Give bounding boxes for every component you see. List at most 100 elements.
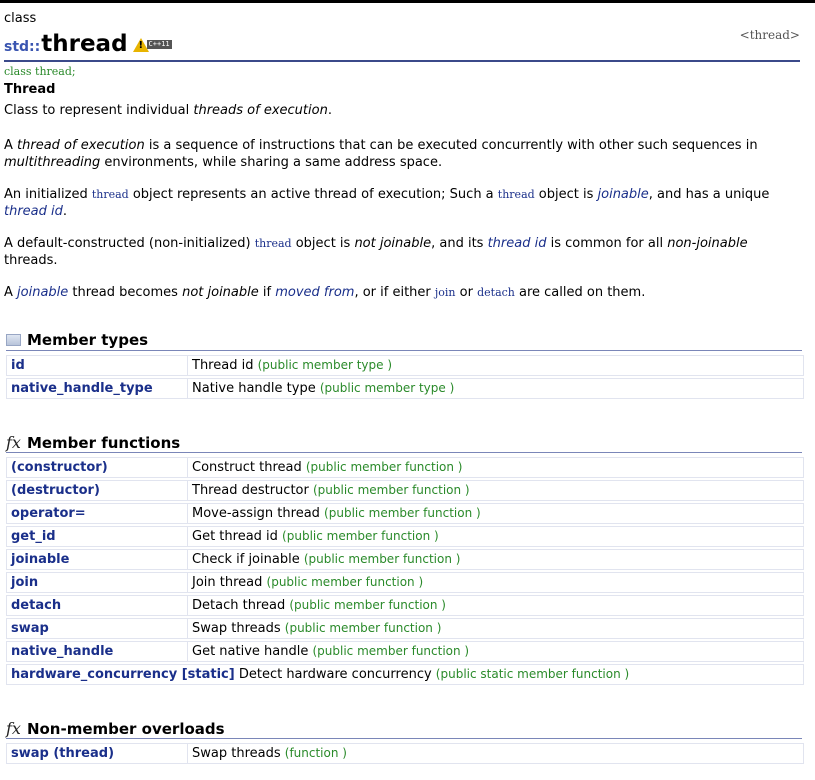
member-description: Thread id bbox=[192, 358, 258, 373]
member-description: Join thread bbox=[192, 575, 267, 590]
text-run: are called on them. bbox=[514, 285, 646, 300]
member-description: Detach thread bbox=[192, 598, 290, 613]
inline-code-link[interactable]: join bbox=[435, 286, 456, 299]
table-row: swap Swap threads (public member function… bbox=[6, 618, 804, 639]
member-description: Native handle type bbox=[192, 381, 320, 396]
table-row: hardware_concurrency [static] Detect har… bbox=[6, 664, 804, 685]
member-description-cell: Thread destructor (public member functio… bbox=[187, 480, 804, 501]
member-functions-rule bbox=[6, 452, 802, 453]
member-types-heading: Member types bbox=[6, 331, 148, 349]
member-description-cell: Detach thread (public member function ) bbox=[187, 595, 804, 616]
text-run: . bbox=[62, 204, 68, 219]
inline-code-link[interactable]: thread bbox=[92, 188, 129, 201]
member-description-cell: Get native handle (public member functio… bbox=[187, 641, 804, 662]
header-file-link[interactable]: <thread> bbox=[740, 28, 800, 42]
inline-code-link[interactable]: detach bbox=[477, 286, 515, 299]
inline-link[interactable]: thread id bbox=[488, 236, 547, 251]
member-description-cell: Construct thread (public member function… bbox=[187, 457, 804, 478]
member-link[interactable]: (constructor) bbox=[6, 457, 187, 478]
fx-icon: fx bbox=[6, 719, 21, 738]
class-name: thread bbox=[41, 31, 128, 57]
member-kind: (public member function ) bbox=[312, 644, 470, 658]
text-run: A bbox=[4, 138, 18, 153]
non-member-heading: fx Non-member overloads bbox=[6, 719, 225, 738]
member-description-cell: Thread id (public member type ) bbox=[187, 355, 804, 376]
member-functions-heading: fx Member functions bbox=[6, 433, 180, 452]
table-row: detach Detach thread (public member funct… bbox=[6, 595, 804, 616]
paragraph-default-constructed: A default-constructed (non-initialized) … bbox=[4, 235, 794, 269]
member-link[interactable]: operator= bbox=[6, 503, 187, 524]
paragraph-initialized-thread: An initialized thread object represents … bbox=[4, 186, 794, 220]
table-row: (destructor) Thread destructor (public me… bbox=[6, 480, 804, 501]
text-run: is common for all bbox=[546, 236, 668, 251]
text-run: if bbox=[258, 285, 276, 300]
class-label: class bbox=[4, 11, 37, 26]
member-link[interactable]: swap (thread) bbox=[6, 743, 187, 764]
member-kind: (public member function ) bbox=[289, 598, 446, 612]
inline-link[interactable]: joinable bbox=[598, 187, 649, 202]
member-link[interactable]: get_id bbox=[6, 526, 187, 547]
intro-paragraph: Class to represent individual threads of… bbox=[4, 103, 332, 118]
non-member-table: swap (thread) Swap threads (function ) bbox=[6, 741, 804, 766]
member-description-cell: Check if joinable (public member functio… bbox=[187, 549, 804, 570]
inline-link[interactable]: joinable bbox=[17, 285, 68, 300]
member-kind: (public member function ) bbox=[284, 621, 442, 635]
member-kind: (public member function ) bbox=[324, 506, 481, 520]
member-link[interactable]: join bbox=[6, 572, 187, 593]
member-description: Thread destructor bbox=[192, 483, 313, 498]
member-link[interactable]: native_handle_type bbox=[6, 378, 187, 399]
table-row: swap (thread) Swap threads (function ) bbox=[6, 743, 804, 764]
subtitle: Thread bbox=[4, 82, 56, 97]
text-run: object is bbox=[534, 187, 598, 202]
top-border bbox=[0, 0, 815, 3]
inline-link[interactable]: thread id bbox=[4, 204, 63, 219]
emphasis: thread of execution bbox=[17, 138, 145, 153]
table-row: get_id Get thread id (public member funct… bbox=[6, 526, 804, 547]
member-link[interactable]: joinable bbox=[6, 549, 187, 570]
member-description: Get thread id bbox=[192, 529, 283, 544]
member-kind: (function ) bbox=[284, 746, 347, 760]
member-kind: (public member type ) bbox=[257, 358, 393, 372]
member-link[interactable]: detach bbox=[6, 595, 187, 616]
member-link[interactable]: swap bbox=[6, 618, 187, 639]
table-row: operator= Move-assign thread (public memb… bbox=[6, 503, 804, 524]
member-link[interactable]: id bbox=[6, 355, 187, 376]
emphasis: multithreading bbox=[4, 155, 101, 170]
text-run: thread becomes bbox=[68, 285, 183, 300]
member-types-heading-text: Member types bbox=[27, 331, 149, 349]
namespace-link[interactable]: std:: bbox=[4, 37, 40, 57]
table-row: id Thread id (public member type ) bbox=[6, 355, 804, 376]
member-kind: (public member function ) bbox=[312, 483, 470, 497]
member-description: Swap threads bbox=[192, 746, 285, 761]
non-member-rule bbox=[6, 738, 802, 739]
member-description: Detect hardware concurrency bbox=[234, 667, 436, 682]
text-run: An initialized bbox=[4, 187, 92, 202]
text-run: A default-constructed (non-initialized) bbox=[4, 236, 255, 251]
emphasis: non-joinable bbox=[667, 236, 748, 251]
member-functions-table: (constructor) Construct thread (public me… bbox=[6, 455, 804, 687]
text-run: object is bbox=[291, 236, 355, 251]
member-link[interactable]: hardware_concurrency [static] bbox=[11, 667, 235, 682]
member-description: Check if joinable bbox=[192, 552, 304, 567]
inline-code-link[interactable]: thread bbox=[255, 237, 292, 250]
table-row: (constructor) Construct thread (public me… bbox=[6, 457, 804, 478]
table-row: joinable Check if joinable (public member… bbox=[6, 549, 804, 570]
inline-code-link[interactable]: thread bbox=[498, 188, 535, 201]
member-link[interactable]: native_handle bbox=[6, 641, 187, 662]
non-member-heading-text: Non-member overloads bbox=[26, 719, 225, 738]
member-description: Swap threads bbox=[192, 621, 285, 636]
emphasis: not joinable bbox=[182, 285, 259, 300]
member-link[interactable]: (destructor) bbox=[6, 480, 187, 501]
table-row: join Join thread (public member function … bbox=[6, 572, 804, 593]
paragraph-thread-of-execution: A thread of execution is a sequence of i… bbox=[4, 137, 794, 171]
text-run: object represents an active thread of ex… bbox=[128, 187, 498, 202]
member-types-table: id Thread id (public member type ) native_… bbox=[6, 353, 804, 401]
cpp11-badge: C++11 bbox=[146, 40, 172, 49]
member-description-cell: Get thread id (public member function ) bbox=[187, 526, 804, 547]
member-description: Get native handle bbox=[192, 644, 313, 659]
text-run: , and its bbox=[431, 236, 488, 251]
member-description-cell: Native handle type (public member type ) bbox=[187, 378, 804, 399]
inline-link[interactable]: moved from bbox=[275, 285, 354, 300]
declaration: class thread; bbox=[4, 65, 76, 78]
member-description: Construct thread bbox=[192, 460, 306, 475]
